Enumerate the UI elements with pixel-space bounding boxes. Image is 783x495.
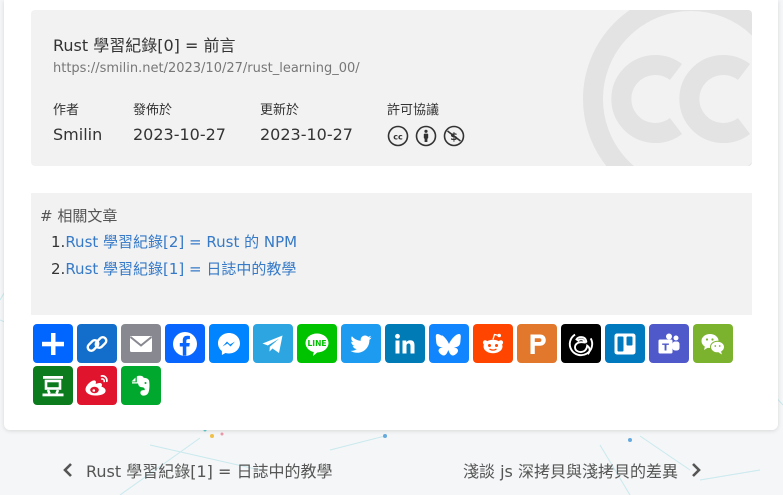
bluesky-icon (435, 333, 461, 356)
svg-text:T: T (662, 342, 669, 353)
line-share-button[interactable]: LINE (297, 324, 337, 363)
list-item: 1.Rust 學習紀錄[2] = Rust 的 NPM (51, 232, 297, 259)
cc-watermark-icon (583, 10, 752, 166)
related-item-number: 2. (51, 260, 66, 278)
license-meta: 許可協議 cc $ (387, 99, 465, 147)
related-item-number: 1. (51, 233, 66, 251)
evernote-share-button[interactable] (121, 366, 161, 405)
related-posts-list: 1.Rust 學習紀錄[2] = Rust 的 NPM 2.Rust 學習紀錄[… (51, 232, 297, 286)
messenger-share-button[interactable] (209, 324, 249, 363)
updated-label: 更新於 (260, 103, 300, 118)
email-icon (129, 335, 153, 352)
evernote-icon (131, 375, 150, 396)
updated-meta: 更新於 2023-10-27 (260, 99, 353, 144)
copyright-box: Rust 學習紀錄[0] = 前言 https://smilin.net/202… (31, 10, 752, 166)
author-meta: 作者 Smilin (53, 99, 102, 144)
updated-value: 2023-10-27 (260, 125, 353, 144)
published-value: 2023-10-27 (133, 125, 226, 144)
related-posts: # 相關文章 1.Rust 學習紀錄[2] = Rust 的 NPM 2.Rus… (31, 193, 752, 315)
author-value: Smilin (53, 125, 103, 144)
reddit-icon (482, 333, 504, 353)
teams-share-button[interactable]: T (649, 324, 689, 363)
telegram-share-button[interactable] (253, 324, 293, 363)
teams-icon: T (658, 333, 680, 353)
facebook-share-button[interactable] (165, 324, 205, 363)
threads-icon (568, 331, 594, 356)
related-post-link[interactable]: Rust 學習紀錄[2] = Rust 的 NPM (65, 233, 297, 251)
published-meta: 發佈於 2023-10-27 (133, 99, 226, 144)
related-posts-heading: # 相關文章 (40, 207, 118, 225)
wechat-share-button[interactable] (693, 324, 733, 363)
copy-link-button[interactable] (77, 324, 117, 363)
linkedin-share-button[interactable] (385, 324, 425, 363)
link-icon (86, 335, 108, 352)
douban-share-button[interactable] (33, 366, 73, 405)
line-icon: LINE (305, 333, 329, 356)
svg-text:LINE: LINE (308, 339, 327, 348)
telegram-icon (262, 335, 283, 353)
trello-share-button[interactable] (605, 324, 645, 363)
linkedin-icon (395, 333, 415, 353)
author-label: 作者 (53, 103, 80, 118)
next-post-title: 淺談 js 深拷貝與淺拷貝的差異 (463, 462, 678, 481)
trello-icon (614, 333, 636, 354)
license-icons[interactable]: cc $ (387, 125, 465, 147)
email-share-button[interactable] (121, 324, 161, 363)
chevron-left-icon (63, 463, 72, 477)
douban-icon (42, 375, 64, 396)
next-post-link[interactable]: 淺談 js 深拷貝與淺拷貝的差異 (463, 458, 702, 482)
weibo-share-button[interactable] (77, 366, 117, 405)
license-label: 許可協議 (387, 103, 440, 118)
twitter-share-button[interactable] (341, 324, 381, 363)
pinboard-share-button[interactable] (517, 324, 557, 363)
pinboard-icon (530, 334, 546, 354)
facebook-icon (173, 331, 197, 356)
noncommercial-icon[interactable]: $ (443, 125, 465, 147)
weibo-icon (85, 374, 108, 395)
post-permalink[interactable]: https://smilin.net/2023/10/27/rust_learn… (53, 61, 360, 76)
wechat-icon (701, 333, 725, 354)
by-attribution-icon[interactable] (415, 125, 437, 147)
bluesky-share-button[interactable] (429, 324, 469, 363)
prev-post-link[interactable]: Rust 學習紀錄[1] = 日誌中的教學 (62, 458, 332, 482)
published-label: 發佈於 (133, 103, 173, 118)
prev-post-title: Rust 學習紀錄[1] = 日誌中的教學 (86, 462, 333, 481)
post-card: Rust 學習紀錄[0] = 前言 https://smilin.net/202… (4, 0, 778, 430)
plus-icon (42, 332, 64, 355)
chevron-right-icon (692, 463, 701, 477)
messenger-icon (218, 332, 240, 355)
svg-text:cc: cc (393, 133, 403, 142)
reddit-share-button[interactable] (473, 324, 513, 363)
share-more-button[interactable] (33, 324, 73, 363)
twitter-icon (350, 335, 372, 353)
share-buttons: LINE T (33, 324, 757, 405)
list-item: 2.Rust 學習紀錄[1] = 日誌中的教學 (51, 259, 297, 286)
related-post-link[interactable]: Rust 學習紀錄[1] = 日誌中的教學 (65, 260, 296, 278)
post-title: Rust 學習紀錄[0] = 前言 (53, 36, 236, 55)
threads-share-button[interactable] (561, 324, 601, 363)
cc-icon[interactable]: cc (387, 125, 409, 147)
